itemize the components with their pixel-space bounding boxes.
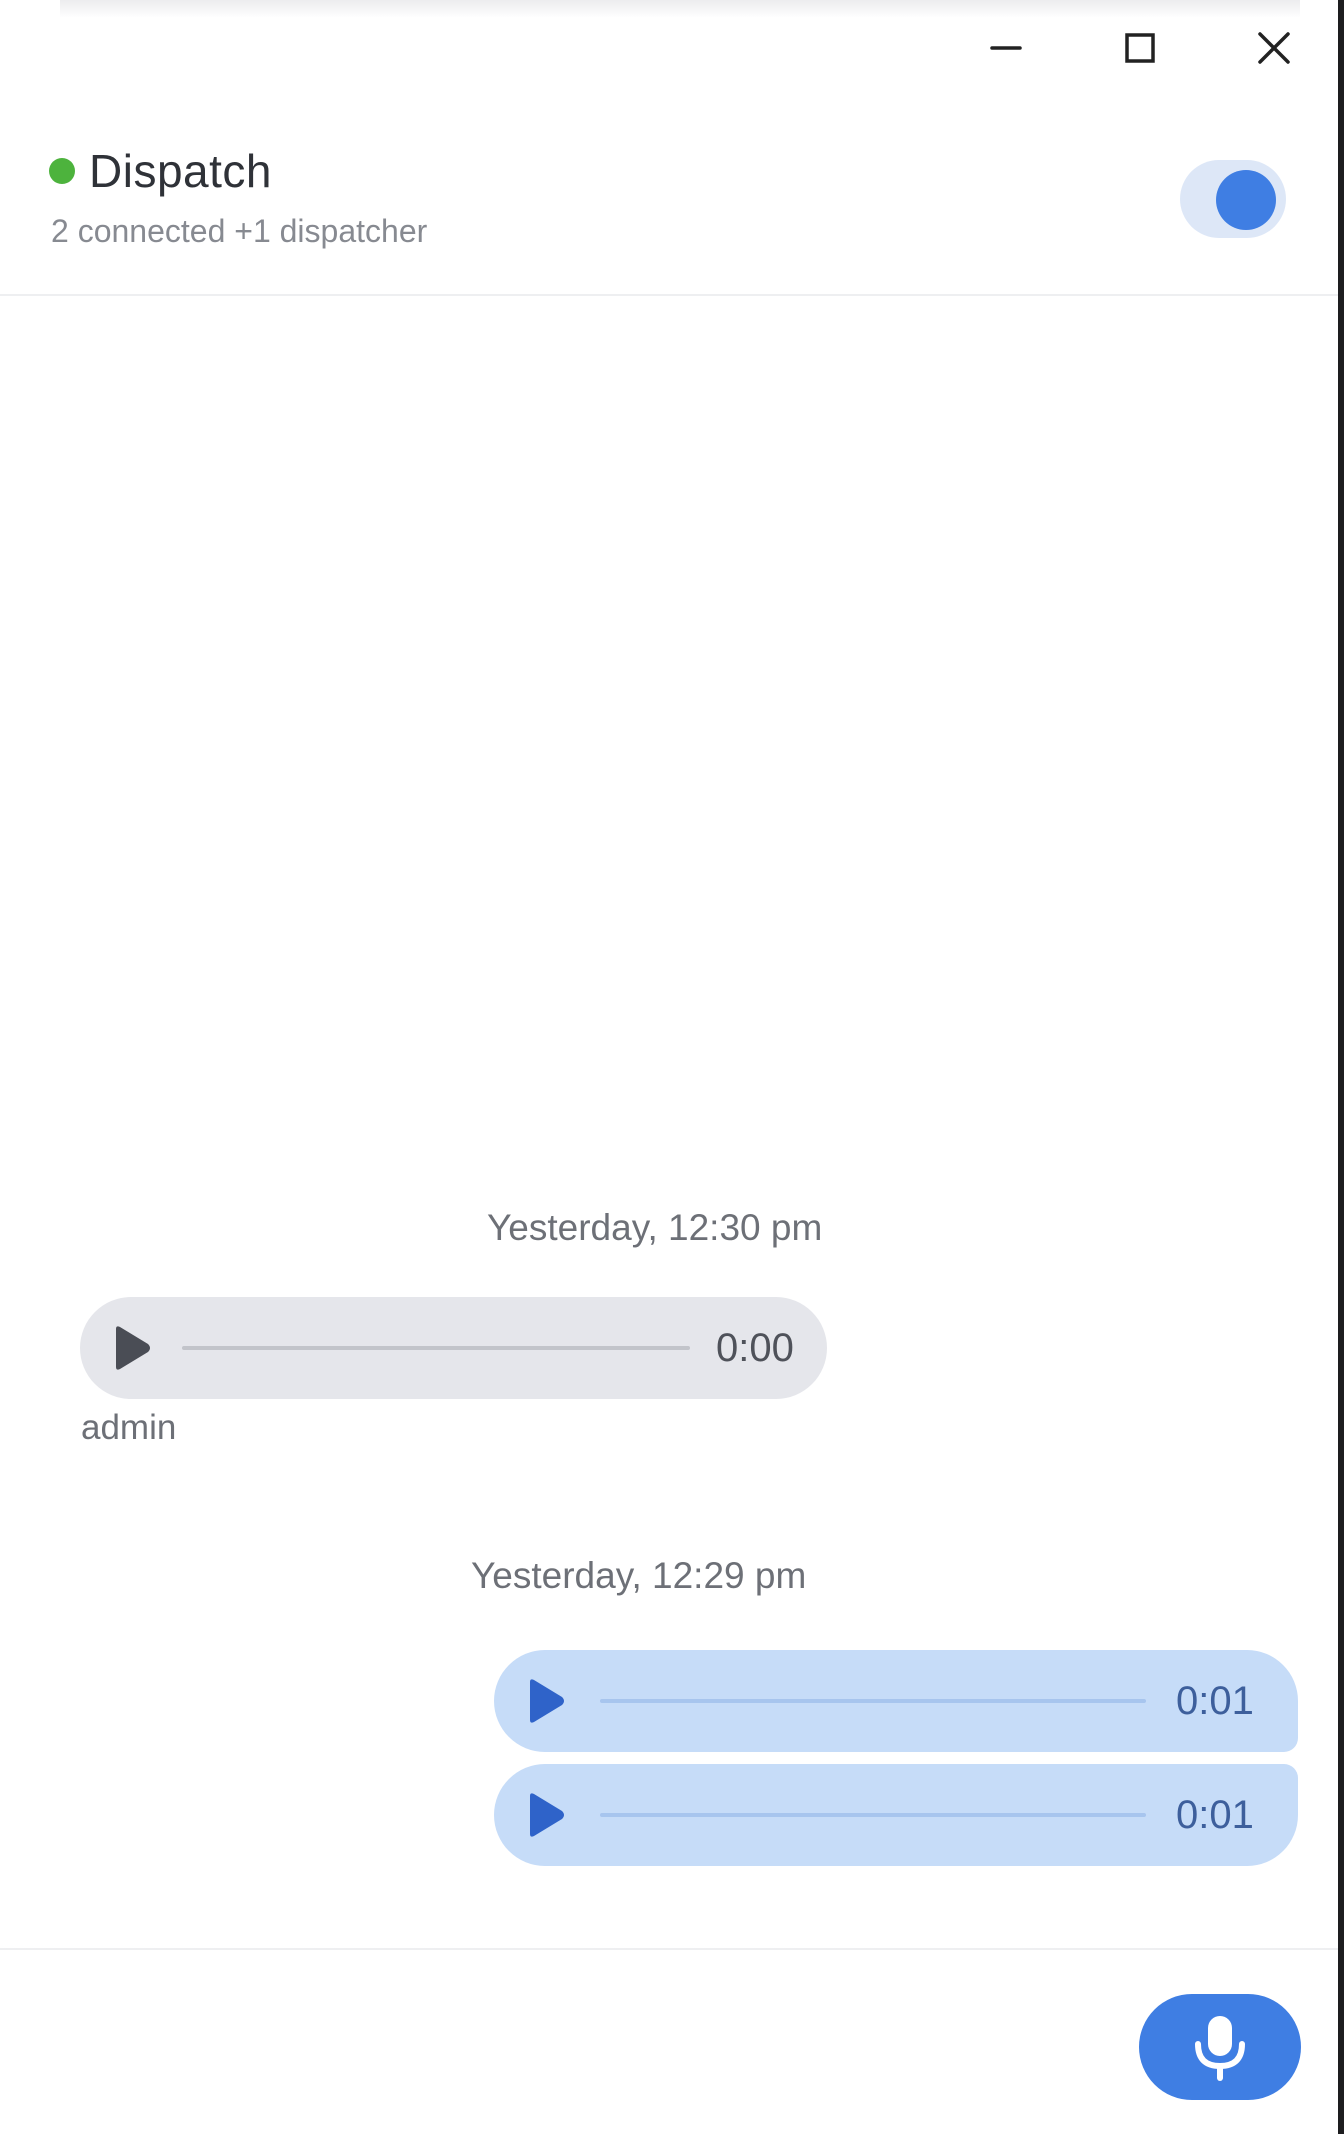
channel-title: Dispatch [89,145,272,197]
audio-duration: 0:01 [1176,1678,1254,1723]
play-icon [116,1326,150,1370]
play-button[interactable] [110,1324,154,1372]
connection-summary: 2 connected +1 dispatcher [51,213,428,249]
audio-duration: 0:01 [1176,1792,1254,1837]
title-bar-shadow [60,0,1300,18]
minimize-icon [990,46,1022,50]
close-button[interactable] [1242,22,1306,74]
message-timestamp: Yesterday, 12:29 pm [471,1555,807,1596]
push-to-talk-button[interactable] [1139,1994,1301,2100]
play-button[interactable] [524,1677,568,1725]
window-edge [1338,0,1344,2134]
footer-divider [0,1948,1338,1950]
microphone-icon [1195,2016,1245,2081]
audio-duration: 0:00 [716,1325,794,1370]
outgoing-voice-message: 0:01 [494,1764,1298,1866]
minimize-button[interactable] [974,22,1038,74]
app-window: Dispatch 2 connected +1 dispatcher Yeste… [0,0,1338,2134]
play-button[interactable] [524,1791,568,1839]
message-sender: admin [81,1408,177,1447]
outgoing-voice-message: 0:01 [494,1650,1298,1752]
audio-progress-track[interactable] [182,1346,690,1350]
incoming-voice-message: 0:00 [80,1297,827,1399]
header-divider [0,294,1338,296]
message-timestamp: Yesterday, 12:30 pm [487,1207,823,1248]
audio-progress-track[interactable] [600,1813,1146,1817]
audio-progress-track[interactable] [600,1699,1146,1703]
play-icon [530,1679,564,1723]
play-icon [530,1793,564,1837]
maximize-icon [1125,33,1155,63]
close-icon [1258,32,1290,64]
online-status-dot [49,158,75,184]
toggle-knob [1216,170,1276,230]
channel-toggle[interactable] [1180,160,1286,238]
maximize-button[interactable] [1108,22,1172,74]
